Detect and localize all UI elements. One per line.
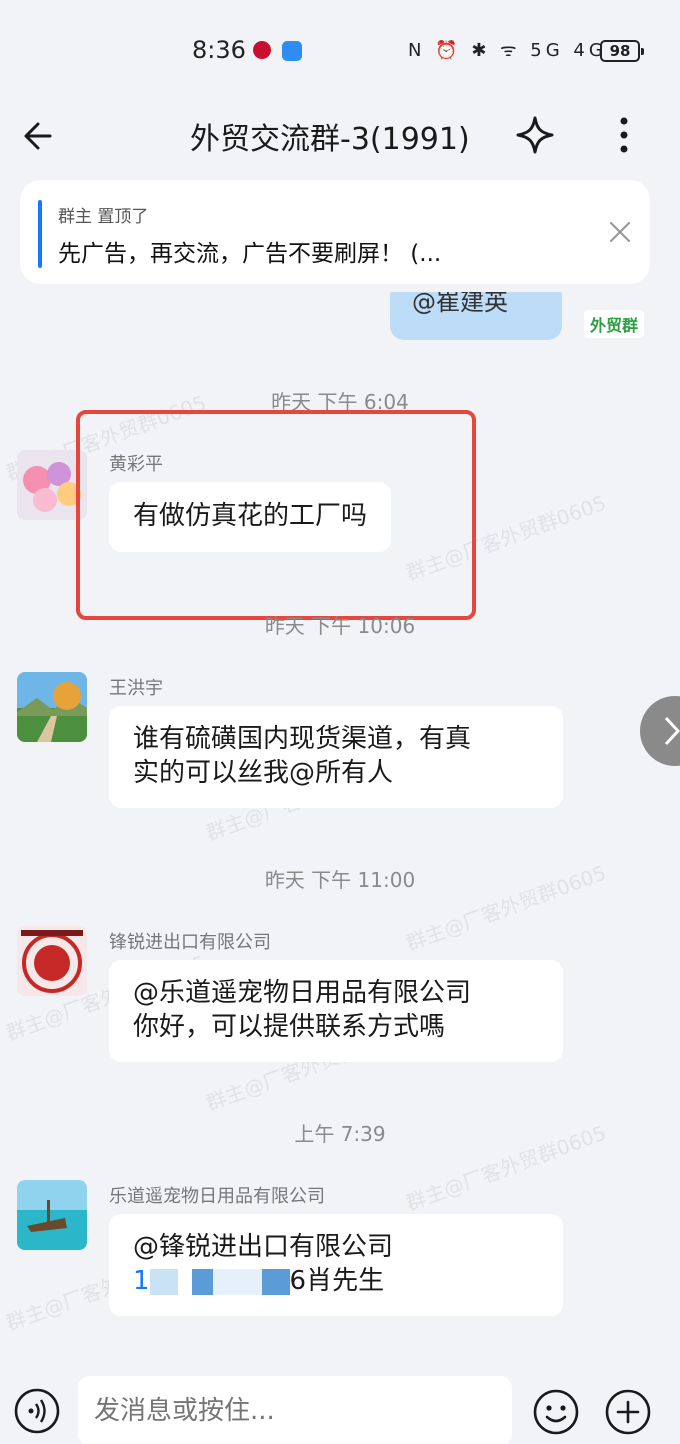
chevron-right-icon bbox=[664, 716, 680, 746]
page-title: 外贸交流群-3(1991) bbox=[190, 122, 470, 157]
message-line: 1 6肖先生 bbox=[133, 1264, 539, 1298]
bank-app-icon bbox=[253, 41, 271, 59]
cloud-app-icon bbox=[282, 41, 302, 61]
redacted-block bbox=[149, 1268, 290, 1295]
more-options-button[interactable] bbox=[604, 114, 644, 156]
beach-avatar-icon[interactable] bbox=[17, 1180, 87, 1250]
more-vertical-icon bbox=[620, 117, 628, 153]
status-time: 8:36 bbox=[192, 36, 246, 64]
smiley-icon bbox=[533, 1389, 579, 1435]
input-bar bbox=[0, 1358, 680, 1444]
message-text: 谁有硫磺国内现货渠道，有真 bbox=[133, 724, 472, 754]
arrow-left-icon bbox=[24, 122, 52, 150]
chat-message-list[interactable]: 群主@厂客外贸群0605 群主@厂客外贸群0605 群主@厂客外贸群0605 群… bbox=[0, 292, 680, 1358]
message-text: @锋锐进出口有限公司 bbox=[133, 1232, 394, 1262]
message-bubble[interactable]: 谁有硫磺国内现货渠道，有真 实的可以丝我@所有人 bbox=[109, 706, 563, 808]
timestamp: 昨天 下午 10:06 bbox=[264, 614, 416, 638]
sender-name: 锋锐进出口有限公司 bbox=[109, 932, 271, 953]
close-icon bbox=[609, 221, 631, 243]
group-badge: 外贸群 bbox=[584, 310, 645, 338]
message-text: @崔建英 bbox=[412, 292, 508, 316]
phone-number-link[interactable]: 1 bbox=[133, 1266, 150, 1296]
message-text: @乐道遥宠物日用品有限公司 bbox=[133, 978, 472, 1008]
pinned-label: 群主 置顶了 bbox=[58, 207, 149, 227]
landscape-avatar-icon[interactable] bbox=[17, 672, 87, 742]
voice-icon bbox=[14, 1388, 60, 1434]
message-text: 6肖先生 bbox=[289, 1266, 385, 1296]
battery-icon: 98 bbox=[600, 40, 644, 62]
message-text: 你好，可以提供联系方式嗎 bbox=[133, 1012, 446, 1042]
add-attachment-button[interactable] bbox=[604, 1388, 652, 1436]
message-input[interactable] bbox=[78, 1376, 512, 1444]
message-bubble[interactable]: @乐道遥宠物日用品有限公司 你好，可以提供联系方式嗎 bbox=[109, 960, 563, 1062]
message-text: 实的可以丝我@所有人 bbox=[133, 758, 394, 788]
timestamp: 昨天 下午 11:00 bbox=[264, 868, 416, 892]
pinned-accent-bar bbox=[38, 200, 42, 268]
plus-icon bbox=[605, 1389, 651, 1435]
back-button[interactable] bbox=[20, 116, 60, 156]
scroll-next-button[interactable] bbox=[640, 696, 680, 766]
voice-button[interactable] bbox=[14, 1388, 60, 1434]
status-icons: N ⏰ ✱ ᯤ 5G 4G bbox=[408, 40, 607, 61]
outgoing-message-bubble[interactable]: @崔建英 bbox=[390, 292, 562, 340]
pinned-text: 先广告，再交流，广告不要刷屏！ (... bbox=[58, 241, 442, 267]
close-pinned-button[interactable] bbox=[608, 220, 632, 244]
ai-assistant-button[interactable] bbox=[514, 114, 556, 156]
timestamp: 上午 7:39 bbox=[294, 1122, 386, 1146]
message-bubble[interactable]: @锋锐进出口有限公司 1 6肖先生 bbox=[109, 1214, 563, 1316]
status-bar: 8:36 N ⏰ ✱ ᯤ 5G 4G 98 bbox=[0, 0, 680, 100]
emoji-button[interactable] bbox=[532, 1388, 580, 1436]
red-seal-avatar-icon[interactable] bbox=[17, 926, 87, 996]
sender-name: 王洪宇 bbox=[109, 678, 163, 699]
sparkle-icon bbox=[516, 116, 554, 154]
chat-header: 外贸交流群-3(1991) bbox=[0, 100, 680, 170]
pinned-announcement[interactable]: 群主 置顶了 先广告，再交流，广告不要刷屏！ (... bbox=[20, 180, 650, 284]
highlight-annotation bbox=[76, 410, 476, 620]
sender-name: 乐道遥宠物日用品有限公司 bbox=[109, 1186, 325, 1207]
